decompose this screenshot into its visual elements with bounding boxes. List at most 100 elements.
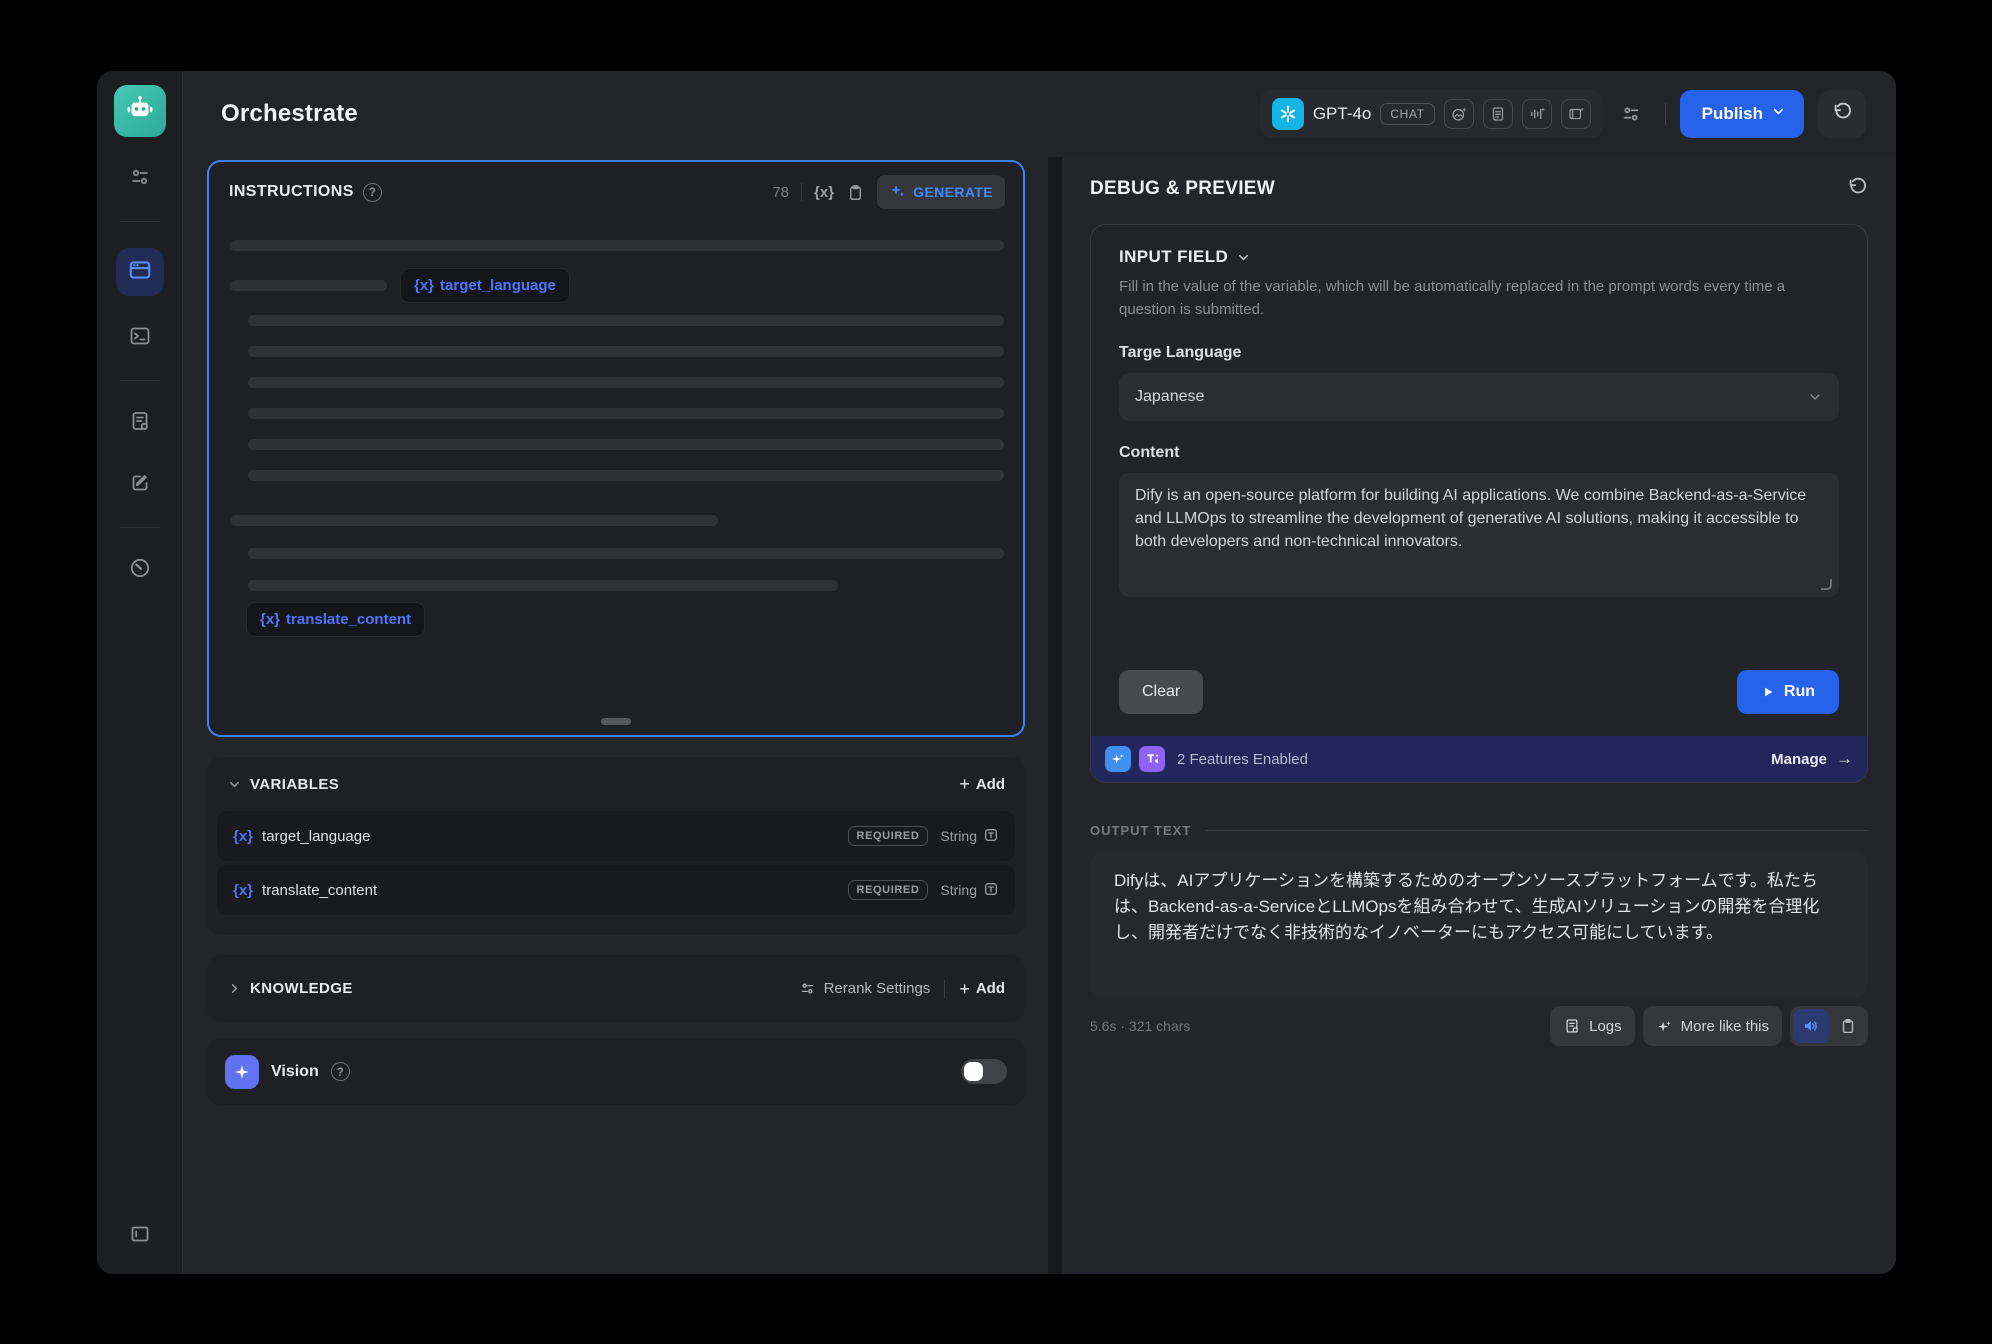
document-capability-icon[interactable] xyxy=(1483,99,1513,129)
skeleton-line xyxy=(248,580,838,591)
knowledge-title: KNOWLEDGE xyxy=(250,980,353,997)
chevron-down-icon xyxy=(1236,250,1251,265)
play-icon xyxy=(1761,685,1775,699)
variable-name: translate_content xyxy=(262,882,377,899)
sidebar-item-terminal[interactable] xyxy=(120,318,160,358)
variable-row[interactable]: {x} target_language REQUIRED String xyxy=(217,811,1015,861)
content-textarea[interactable]: Dify is an open-source platform for buil… xyxy=(1119,473,1839,597)
variable-token: {x} xyxy=(233,882,253,899)
type-name: String xyxy=(940,882,977,898)
window-icon xyxy=(127,257,153,288)
instructions-panel[interactable]: INSTRUCTIONS ? 78 {x} xyxy=(207,160,1025,737)
variable-chip-target-language[interactable]: {x} target_language xyxy=(400,268,570,303)
pane-divider[interactable] xyxy=(1048,157,1062,1274)
variable-name: target_language xyxy=(262,828,370,845)
model-parameters-button[interactable] xyxy=(1611,94,1651,134)
publish-button[interactable]: Publish xyxy=(1680,90,1804,138)
sidebar xyxy=(97,71,183,1274)
variable-token: {x} xyxy=(414,277,434,294)
features-bar: 2 Features Enabled Manage → xyxy=(1091,736,1867,782)
content-label: Content xyxy=(1119,444,1839,462)
add-knowledge-button[interactable]: + Add xyxy=(959,980,1005,998)
copy-output-button[interactable] xyxy=(1831,1009,1865,1043)
more-like-this-label: More like this xyxy=(1681,1018,1769,1035)
header-actions: GPT-4o CHAT xyxy=(1260,90,1866,138)
help-icon[interactable]: ? xyxy=(363,183,382,202)
divider xyxy=(944,980,945,998)
page-title: Orchestrate xyxy=(221,100,358,128)
help-icon[interactable]: ? xyxy=(331,1062,350,1081)
knowledge-panel: KNOWLEDGE Rerank Settings + Add xyxy=(207,955,1025,1022)
knowledge-header[interactable]: KNOWLEDGE Rerank Settings + Add xyxy=(207,955,1025,1022)
skeleton-line xyxy=(248,315,1004,326)
more-like-this-button[interactable]: More like this xyxy=(1643,1006,1782,1046)
app-window: Orchestrate GPT-4o CHAT xyxy=(97,71,1896,1274)
sparkle-icon xyxy=(1656,1018,1673,1035)
model-selector[interactable]: GPT-4o CHAT xyxy=(1260,90,1603,138)
clipboard-icon xyxy=(1839,1017,1857,1035)
chevron-down-icon xyxy=(227,777,242,792)
run-label: Run xyxy=(1784,683,1815,701)
insert-variable-button[interactable]: {x} xyxy=(814,184,834,201)
video-capability-icon[interactable] xyxy=(1561,99,1591,129)
string-type-icon xyxy=(983,827,999,846)
output-card: Difyは、AIアプリケーションを構築するためのオープンソースプラットフォームで… xyxy=(1090,851,1868,998)
copy-icon[interactable] xyxy=(846,183,865,202)
add-label: Add xyxy=(976,776,1005,793)
output-text: Difyは、AIアプリケーションを構築するためのオープンソースプラットフォームで… xyxy=(1114,868,1844,946)
clear-button[interactable]: Clear xyxy=(1119,670,1203,714)
output-stats: 5.6s · 321 chars xyxy=(1090,1018,1190,1034)
variable-token: {x} xyxy=(260,611,280,628)
sidebar-item-settings[interactable] xyxy=(120,159,160,199)
generate-button[interactable]: GENERATE xyxy=(877,175,1005,209)
input-field-title: INPUT FIELD xyxy=(1119,247,1228,267)
variables-title: VARIABLES xyxy=(250,776,339,793)
input-field-header[interactable]: INPUT FIELD xyxy=(1119,247,1839,267)
restart-button[interactable] xyxy=(1846,176,1868,203)
manage-features-button[interactable]: Manage → xyxy=(1771,749,1853,769)
vision-capability-icon[interactable] xyxy=(1444,99,1474,129)
char-count: 78 xyxy=(772,184,789,201)
robot-icon xyxy=(123,92,157,131)
version-history-button[interactable] xyxy=(1818,90,1866,138)
screen-background: Orchestrate GPT-4o CHAT xyxy=(0,0,1992,1344)
output-title: OUTPUT TEXT xyxy=(1090,823,1191,838)
target-language-select[interactable]: Japanese xyxy=(1119,373,1839,421)
speaker-icon xyxy=(1802,1017,1820,1035)
add-variable-button[interactable]: + Add xyxy=(959,775,1005,793)
speaker-button[interactable] xyxy=(1793,1009,1829,1043)
sidebar-item-annotations[interactable] xyxy=(120,465,160,505)
sidebar-item-monitoring[interactable] xyxy=(120,550,160,590)
audio-actions-group xyxy=(1790,1006,1868,1046)
variables-header[interactable]: VARIABLES + Add xyxy=(207,757,1025,811)
debug-preview-pane: DEBUG & PREVIEW INPUT FIELD xyxy=(1062,157,1896,1274)
collapse-sidebar-button[interactable] xyxy=(120,1216,160,1256)
publish-label: Publish xyxy=(1702,104,1763,124)
target-language-value: Japanese xyxy=(1135,388,1204,406)
target-language-label: Targe Language xyxy=(1119,344,1839,362)
variable-chip-translate-content[interactable]: {x} translate_content xyxy=(246,602,425,637)
skeleton-line xyxy=(248,548,1004,559)
rerank-settings-button[interactable]: Rerank Settings xyxy=(799,980,931,997)
variable-row[interactable]: {x} translate_content REQUIRED String xyxy=(217,865,1015,915)
resize-drag-handle[interactable] xyxy=(601,718,631,725)
logs-button[interactable]: Logs xyxy=(1550,1006,1635,1046)
text-to-speech-feature-icon xyxy=(1139,746,1165,772)
model-mode-badge: CHAT xyxy=(1380,103,1434,125)
gauge-icon xyxy=(128,556,152,585)
resize-handle-icon[interactable] xyxy=(1821,579,1832,590)
sidebar-item-logs[interactable] xyxy=(120,403,160,443)
audio-capability-icon[interactable] xyxy=(1522,99,1552,129)
toggle-knob xyxy=(964,1062,983,1081)
model-name: GPT-4o xyxy=(1313,104,1372,124)
skeleton-line xyxy=(248,470,1004,481)
history-icon xyxy=(1831,101,1853,128)
run-button[interactable]: Run xyxy=(1737,670,1839,714)
vision-toggle[interactable] xyxy=(961,1059,1007,1084)
tune-icon xyxy=(799,980,816,997)
header-bar: Orchestrate GPT-4o CHAT xyxy=(183,71,1896,157)
refresh-icon xyxy=(1846,176,1868,203)
content-field-wrapper: Dify is an open-source platform for buil… xyxy=(1119,473,1839,597)
app-logo[interactable] xyxy=(114,85,166,137)
sidebar-item-orchestrate[interactable] xyxy=(116,248,164,296)
